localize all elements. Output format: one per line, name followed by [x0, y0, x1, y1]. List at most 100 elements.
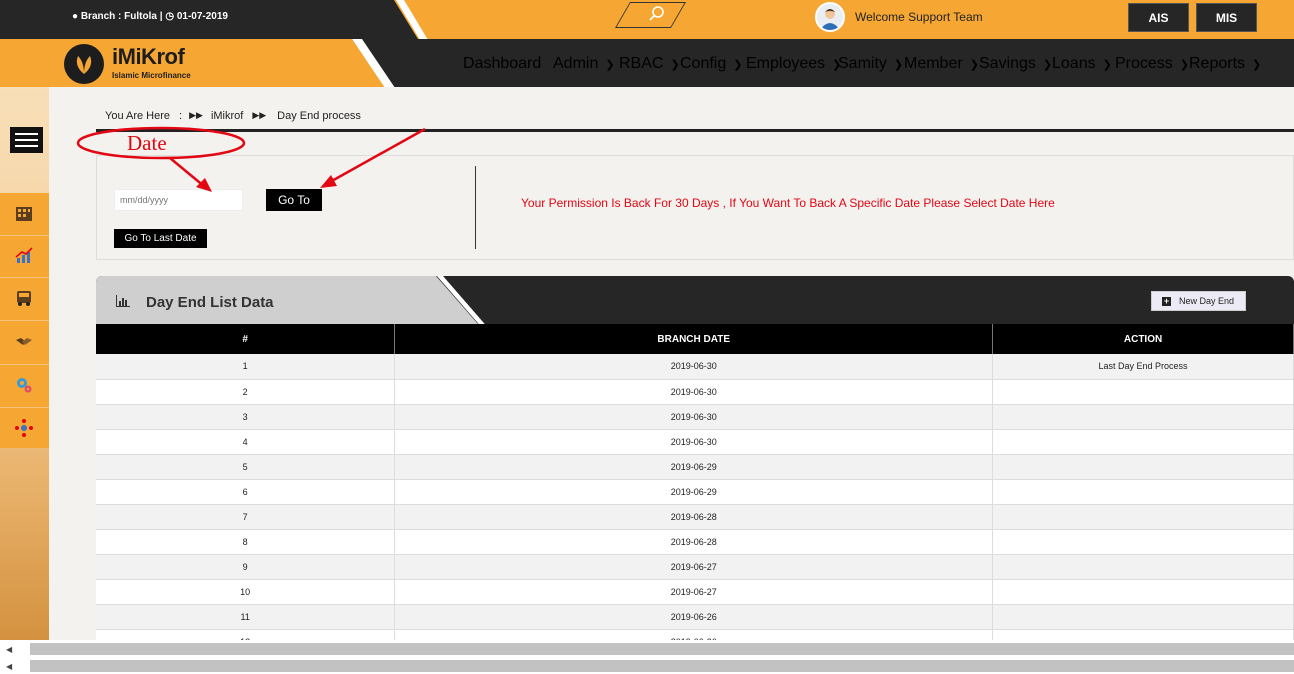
- cell-action: [992, 579, 1294, 605]
- clock-icon: ◷: [165, 11, 175, 22]
- horizontal-scrollbar[interactable]: [30, 660, 1294, 672]
- cell-number: 9: [96, 554, 396, 580]
- network-icon[interactable]: [12, 416, 36, 440]
- nav-item-member[interactable]: Member ❯: [904, 55, 979, 73]
- nav-item-dashboard[interactable]: Dashboard: [463, 55, 541, 73]
- nav-item-employees[interactable]: Employees ❯: [746, 55, 841, 73]
- breadcrumb-item-imikrof[interactable]: iMikrof: [211, 110, 243, 122]
- table-row: 4 2019-06-30: [96, 429, 1294, 455]
- avatar[interactable]: [815, 2, 845, 32]
- cell-number: 8: [96, 529, 396, 555]
- cell-action: [992, 429, 1294, 455]
- horizontal-scrollbar[interactable]: [30, 643, 1294, 655]
- double-chevron-icon: ▶▶: [252, 110, 267, 120]
- nav-item-label: Employees: [746, 55, 826, 72]
- nav-item-label: Config: [680, 55, 727, 72]
- growth-chart-icon[interactable]: [12, 243, 36, 267]
- hamburger-menu-icon[interactable]: [10, 127, 43, 153]
- cell-action: [992, 379, 1294, 405]
- user-icon: [820, 9, 840, 30]
- logo-mark-icon[interactable]: [64, 44, 104, 84]
- cell-number: 1: [96, 354, 396, 380]
- breadcrumb-underline: [96, 129, 1294, 132]
- cell-number: 3: [96, 404, 396, 430]
- table-row: 6 2019-06-29: [96, 479, 1294, 505]
- logo-area: [0, 39, 385, 87]
- chevron-right-icon: ❯: [1102, 59, 1112, 71]
- nav-item-label: Process: [1115, 55, 1173, 72]
- nav-item-label: Loans: [1052, 55, 1096, 72]
- table-row: 10 2019-06-27: [96, 579, 1294, 605]
- scroll-left-arrow-icon[interactable]: ◀: [6, 662, 12, 671]
- table-header-row: # BRANCH DATE ACTION: [96, 324, 1294, 354]
- cell-branch-date: 2019-06-30: [394, 379, 994, 405]
- branch-info: ● Branch : Fultola | ◷ 01-07-2019: [72, 11, 228, 22]
- table-row: 3 2019-06-30: [96, 404, 1294, 430]
- plus-icon: +: [1162, 295, 1171, 306]
- sidebar-divider: [0, 320, 49, 321]
- cell-action: [992, 604, 1294, 630]
- nav-item-rbac[interactable]: RBAC ❯: [619, 55, 680, 73]
- nav-item-savings[interactable]: Savings ❯: [979, 55, 1052, 73]
- building-icon[interactable]: [12, 201, 36, 225]
- nav-item-reports[interactable]: Reports ❯: [1189, 55, 1261, 73]
- cell-action[interactable]: Last Day End Process: [992, 354, 1294, 380]
- branch-label: Branch : Fultola |: [80, 11, 163, 22]
- panel-divider: [475, 166, 476, 249]
- mis-button[interactable]: MIS: [1196, 3, 1257, 32]
- nav-item-label: Reports: [1189, 55, 1246, 72]
- date-input[interactable]: [114, 189, 243, 211]
- breadcrumb-separator: :: [179, 110, 183, 122]
- table-body: 1 2019-06-30 Last Day End Process 2 2019-06-…: [96, 354, 1294, 655]
- cell-action: [992, 554, 1294, 580]
- nav-item-loans[interactable]: Loans ❯: [1052, 55, 1112, 73]
- chevron-right-icon: ❯: [733, 59, 743, 71]
- table-row: 9 2019-06-27: [96, 554, 1294, 580]
- nav-item-label: Member: [904, 55, 963, 72]
- cell-number: 10: [96, 579, 396, 605]
- bus-icon[interactable]: [12, 286, 36, 310]
- breadcrumb: You Are Here : ▶▶ iMikrof ▶▶ Day End pro…: [105, 110, 361, 122]
- nav-item-label: Admin: [553, 55, 599, 72]
- welcome-text: Welcome Support Team: [855, 10, 983, 24]
- day-end-table: # BRANCH DATE ACTION 1 2019-06-30 Last Day…: [96, 324, 1294, 655]
- go-to-last-date-button[interactable]: Go To Last Date: [114, 229, 207, 248]
- cell-branch-date: 2019-06-30: [394, 429, 994, 455]
- cell-branch-date: 2019-06-30: [394, 404, 994, 430]
- cell-branch-date: 2019-06-27: [394, 579, 994, 605]
- go-to-button[interactable]: Go To: [266, 189, 322, 211]
- cell-branch-date: 2019-06-30: [394, 354, 994, 380]
- chevron-right-icon: ❯: [1252, 59, 1262, 71]
- search-icon[interactable]: [648, 5, 666, 23]
- nav-item-label: Dashboard: [463, 55, 542, 72]
- table-row: 1 2019-06-30 Last Day End Process: [96, 354, 1294, 380]
- cell-number: 4: [96, 429, 396, 455]
- logo-name[interactable]: iMiKrof: [112, 44, 185, 70]
- current-date: 01-07-2019: [176, 11, 228, 22]
- scroll-left-arrow-icon[interactable]: ◀: [6, 645, 12, 654]
- cell-branch-date: 2019-06-26: [394, 604, 994, 630]
- nav-item-samity[interactable]: Samity ❯: [838, 55, 903, 73]
- new-day-end-button[interactable]: + New Day End: [1151, 291, 1246, 311]
- nav-item-admin[interactable]: Admin ❯: [553, 55, 615, 73]
- table-row: 2 2019-06-30: [96, 379, 1294, 405]
- sidebar-divider: [0, 364, 49, 365]
- chevron-right-icon: ❯: [1042, 59, 1053, 71]
- annotation-label: Date: [127, 131, 167, 155]
- nav-item-config[interactable]: Config ❯: [680, 55, 742, 73]
- nav-item-process[interactable]: Process ❯: [1115, 55, 1189, 73]
- cell-branch-date: 2019-06-29: [394, 454, 994, 480]
- globe-icon: ●: [72, 11, 79, 22]
- ais-button[interactable]: AIS: [1128, 3, 1189, 32]
- handshake-icon[interactable]: [12, 330, 36, 354]
- nav-item-label: RBAC: [619, 55, 664, 72]
- cell-action: [992, 454, 1294, 480]
- cell-action: [992, 479, 1294, 505]
- gears-icon[interactable]: [12, 373, 36, 397]
- cell-number: 6: [96, 479, 396, 505]
- cell-number: 5: [96, 454, 396, 480]
- card-title: Day End List Data: [146, 294, 274, 311]
- cell-number: 2: [96, 379, 396, 405]
- column-header-branch-date: BRANCH DATE: [394, 324, 994, 354]
- cell-branch-date: 2019-06-27: [394, 554, 994, 580]
